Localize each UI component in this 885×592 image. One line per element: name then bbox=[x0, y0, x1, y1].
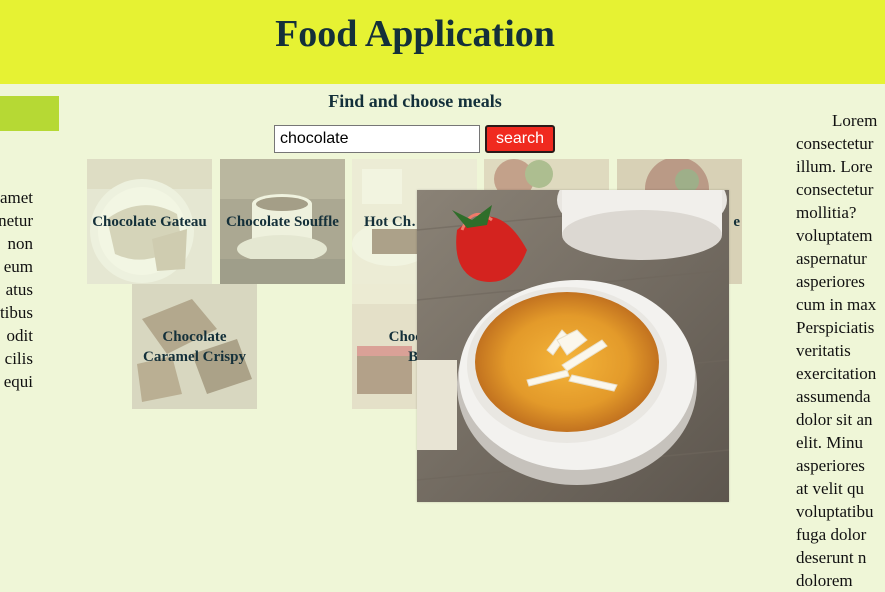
left-text-line: amet bbox=[0, 188, 33, 207]
right-text-line: Lorem bbox=[832, 111, 878, 130]
left-lorem-text: amet netur non eum atus tibus odit cilis… bbox=[0, 186, 33, 393]
right-text-line: Perspiciatis bbox=[796, 318, 875, 337]
meal-name: Chocolate Gateau bbox=[92, 213, 207, 230]
right-text-line: at velit qu bbox=[796, 479, 864, 498]
right-text-line: mollitia? bbox=[796, 203, 857, 222]
right-text-line: voluptatibu bbox=[796, 502, 874, 521]
right-text-line: elit. Minu bbox=[796, 433, 864, 452]
left-text-line: odit bbox=[6, 326, 33, 345]
right-text-line: asperiores bbox=[796, 272, 865, 291]
find-meals-heading: Find and choose meals bbox=[328, 91, 502, 111]
right-text-line: asperiores bbox=[796, 456, 865, 475]
right-text-line: voluptatem bbox=[796, 226, 873, 245]
search-input[interactable] bbox=[274, 125, 480, 153]
left-text-line: eum bbox=[3, 257, 33, 276]
left-text-line: netur bbox=[0, 211, 33, 230]
right-text-line: illum. Lore bbox=[796, 157, 873, 176]
right-text-line: assumenda bbox=[796, 387, 871, 406]
left-text-line: equi bbox=[3, 372, 33, 391]
app-title: Food Application bbox=[275, 13, 555, 55]
left-text-line: non bbox=[7, 234, 34, 253]
meal-card-chocolate-souffle[interactable]: Chocolate Souffle bbox=[220, 159, 345, 284]
right-text-line: cum in max bbox=[796, 295, 877, 314]
right-text-line: consectetur bbox=[796, 134, 874, 153]
meal-preview-image[interactable] bbox=[417, 190, 729, 502]
meal-card-chocolate-gateau[interactable]: Chocolate Gateau bbox=[87, 159, 212, 284]
right-text-line: veritatis bbox=[796, 341, 851, 360]
search-button[interactable]: search bbox=[485, 125, 555, 153]
right-text-line: deserunt n bbox=[796, 548, 867, 567]
right-text-line: dolor sit an bbox=[796, 410, 873, 429]
right-lorem-text: Lorem consectetur illum. Lore consectetu… bbox=[796, 109, 885, 592]
meal-name: Chocolate Souffle bbox=[226, 213, 339, 230]
creme-brulee-image bbox=[417, 190, 729, 502]
app-header: Food Application bbox=[0, 0, 885, 84]
right-text-line: aspernatur bbox=[796, 249, 867, 268]
left-text-line: cilis bbox=[4, 349, 33, 368]
right-text-line: exercitation bbox=[796, 364, 877, 383]
left-text-line: tibus bbox=[0, 303, 33, 322]
right-text-line: consectetur bbox=[796, 180, 874, 199]
left-text-line: atus bbox=[5, 280, 33, 299]
right-text-line: fuga dolor bbox=[796, 525, 867, 544]
meal-name: Chocolate Caramel Crispy bbox=[143, 328, 246, 365]
meal-card-chocolate-caramel-crispy[interactable]: Chocolate Caramel Crispy bbox=[132, 284, 257, 409]
